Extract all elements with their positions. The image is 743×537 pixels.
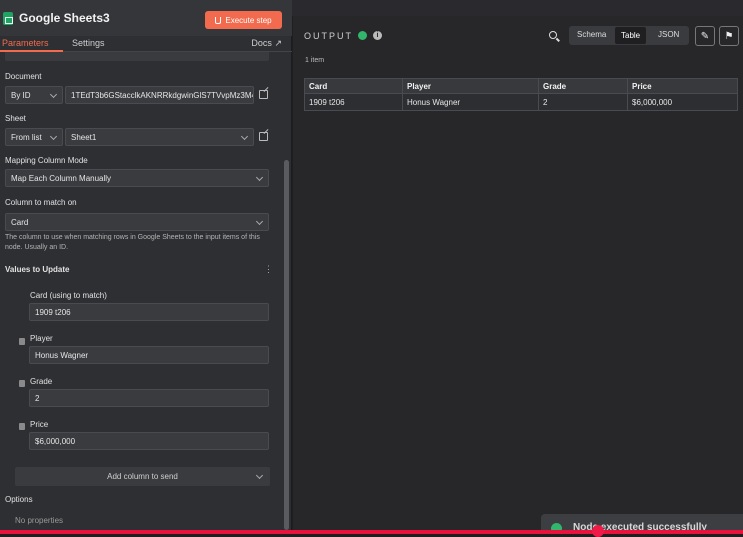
document-label: Document bbox=[5, 72, 42, 81]
pencil-icon[interactable]: ✎ bbox=[695, 26, 715, 46]
execute-step-label: Execute step bbox=[225, 15, 272, 25]
table-header-row: Card Player Grade Price bbox=[304, 78, 738, 94]
field-price-input[interactable]: $6,000,000 bbox=[29, 432, 269, 450]
search-icon[interactable] bbox=[549, 31, 557, 39]
sheet-label: Sheet bbox=[5, 114, 26, 123]
field-grade-input[interactable]: 2 bbox=[29, 389, 269, 407]
field-grade-label: Grade bbox=[30, 377, 53, 386]
chevron-down-icon bbox=[255, 173, 264, 182]
node-title[interactable]: Google Sheets3 bbox=[19, 11, 110, 25]
chevron-down-icon bbox=[255, 217, 264, 226]
view-json-tab[interactable]: JSON bbox=[658, 30, 679, 39]
chevron-down-icon bbox=[255, 471, 264, 480]
document-mode-select[interactable]: By ID bbox=[5, 86, 63, 104]
sheet-select[interactable]: Sheet1 bbox=[65, 128, 254, 146]
view-schema-tab[interactable]: Schema bbox=[577, 30, 606, 39]
node-tabs: Parameters Settings Docs ↗ bbox=[0, 36, 292, 52]
node-header: Google Sheets3 Execute step bbox=[0, 0, 292, 36]
values-to-update-label: Values to Update bbox=[5, 265, 70, 274]
node-parameters-panel: Google Sheets3 Execute step Parameters S… bbox=[0, 0, 292, 534]
field-player-label: Player bbox=[30, 334, 53, 343]
match-column-hint: The column to use when matching rows in … bbox=[5, 234, 260, 251]
table-cell: Honus Wagner bbox=[402, 93, 539, 111]
external-link-icon[interactable] bbox=[259, 132, 268, 141]
field-card-input[interactable]: 1909 t206 bbox=[29, 303, 269, 321]
google-sheets-icon bbox=[3, 12, 13, 25]
flask-icon bbox=[215, 16, 222, 24]
operation-field-cut-off[interactable] bbox=[5, 52, 269, 61]
table-cell: 1909 t206 bbox=[304, 93, 403, 111]
mapping-mode-label: Mapping Column Mode bbox=[5, 156, 88, 165]
table-row: 1909 t206 Honus Wagner 2 $6,000,000 bbox=[304, 93, 738, 111]
add-column-button[interactable]: Add column to send bbox=[15, 467, 270, 486]
panel-scrollbar[interactable] bbox=[284, 160, 289, 530]
trash-icon[interactable] bbox=[19, 423, 25, 430]
column-header: Price bbox=[627, 78, 738, 94]
mapping-mode-select[interactable]: Map Each Column Manually bbox=[5, 169, 269, 187]
tab-settings[interactable]: Settings bbox=[72, 38, 105, 48]
field-player-input[interactable]: Honus Wagner bbox=[29, 346, 269, 364]
output-table: Card Player Grade Price 1909 t206 Honus … bbox=[304, 78, 738, 111]
column-header: Player bbox=[402, 78, 539, 94]
items-count: 1 item bbox=[305, 57, 325, 64]
options-label: Options bbox=[5, 495, 33, 504]
trash-icon[interactable] bbox=[19, 338, 25, 345]
document-id-input[interactable]: 1TEdT3b6GStacclkAKNRRkdgwinGlS7TVvpMz3M4 bbox=[65, 86, 254, 104]
chevron-down-icon bbox=[240, 132, 249, 141]
info-icon[interactable]: i bbox=[373, 31, 382, 40]
field-card-label: Card (using to match) bbox=[30, 291, 107, 300]
check-circle-icon bbox=[358, 31, 367, 40]
match-column-label: Column to match on bbox=[5, 198, 77, 207]
output-view-switch: Schema Table JSON bbox=[569, 26, 689, 45]
column-header: Card bbox=[304, 78, 403, 94]
column-header: Grade bbox=[538, 78, 628, 94]
execute-step-button[interactable]: Execute step bbox=[205, 11, 282, 29]
external-link-icon[interactable] bbox=[259, 90, 268, 99]
external-link-icon: ↗ bbox=[274, 38, 282, 48]
chevron-down-icon bbox=[49, 132, 58, 141]
table-cell: 2 bbox=[538, 93, 628, 111]
video-progress-handle[interactable] bbox=[592, 525, 604, 537]
pin-icon[interactable]: ⚑ bbox=[719, 26, 739, 46]
sheet-mode-select[interactable]: From list bbox=[5, 128, 63, 146]
docs-link[interactable]: Docs ↗ bbox=[251, 38, 282, 49]
tab-parameters[interactable]: Parameters bbox=[2, 38, 49, 48]
chevron-down-icon bbox=[49, 90, 58, 99]
trash-icon[interactable] bbox=[19, 380, 25, 387]
view-table-tab[interactable]: Table bbox=[615, 27, 647, 44]
more-vertical-icon[interactable]: ⋮ bbox=[264, 264, 273, 275]
field-price-label: Price bbox=[30, 420, 49, 429]
table-cell: $6,000,000 bbox=[627, 93, 738, 111]
match-column-select[interactable]: Card bbox=[5, 213, 269, 231]
output-title: OUTPUT bbox=[304, 31, 353, 41]
no-properties-text: No properties bbox=[15, 516, 64, 525]
video-progress-bar[interactable] bbox=[0, 530, 743, 534]
